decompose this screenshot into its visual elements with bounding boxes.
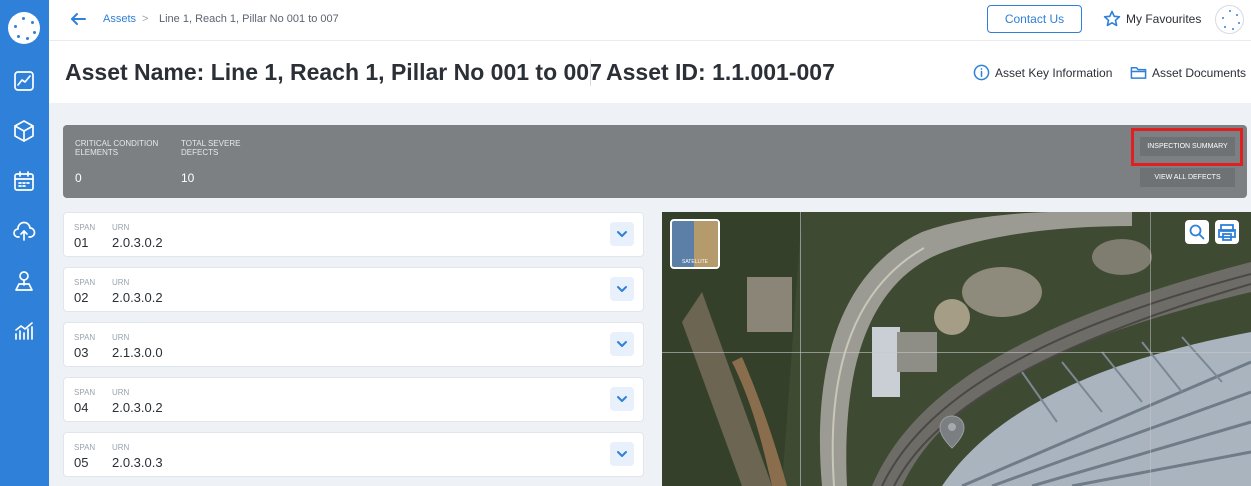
sidebar xyxy=(0,0,49,486)
title-separator xyxy=(590,60,591,86)
asset-key-information-label: Asset Key Information xyxy=(995,65,1113,80)
asset-name-title: Asset Name: Line 1, Reach 1, Pillar No 0… xyxy=(65,59,602,85)
header-divider xyxy=(49,40,1251,41)
highlight-box xyxy=(1131,128,1243,166)
span-label: SPAN xyxy=(74,223,96,232)
app-logo[interactable] xyxy=(8,12,40,44)
map-marker-icon[interactable] xyxy=(939,415,965,449)
critical-condition-label: CRITICAL CONDITION ELEMENTS xyxy=(75,139,159,157)
urn-label: URN xyxy=(112,443,130,452)
asset-documents-label: Asset Documents xyxy=(1152,65,1247,80)
span-row[interactable]: SPAN URN 04 2.0.3.0.2 xyxy=(63,377,644,422)
info-icon xyxy=(973,64,990,81)
chart-icon[interactable] xyxy=(12,319,36,343)
breadcrumb-current: Line 1, Reach 1, Pillar No 001 to 007 xyxy=(159,13,339,25)
urn-label: URN xyxy=(112,333,130,342)
analytics-icon[interactable] xyxy=(12,69,36,93)
avatar[interactable] xyxy=(1215,5,1244,34)
my-favourites-label: My Favourites xyxy=(1126,12,1202,26)
contact-us-button[interactable]: Contact Us xyxy=(987,5,1082,33)
print-icon[interactable] xyxy=(1215,220,1239,244)
view-all-defects-button[interactable]: VIEW ALL DEFECTS xyxy=(1140,168,1235,187)
urn-value: 2.0.3.0.3 xyxy=(112,455,163,470)
span-number: 04 xyxy=(74,400,89,415)
urn-value: 2.0.3.0.2 xyxy=(112,400,163,415)
urn-value: 2.0.3.0.2 xyxy=(112,290,163,305)
span-number: 03 xyxy=(74,345,89,360)
span-label: SPAN xyxy=(74,443,96,452)
span-number: 01 xyxy=(74,235,89,250)
span-row[interactable]: SPAN URN 03 2.1.3.0.0 xyxy=(63,322,644,367)
folder-icon xyxy=(1130,67,1147,79)
my-favourites-button[interactable]: My Favourites xyxy=(1103,10,1201,28)
span-row[interactable]: SPAN URN 05 2.0.3.0.3 xyxy=(63,432,644,477)
header: Assets > Line 1, Reach 1, Pillar No 001 … xyxy=(49,0,1251,103)
chevron-down-icon[interactable] xyxy=(610,222,634,246)
chevron-down-icon[interactable] xyxy=(610,277,634,301)
span-row[interactable]: SPAN URN 01 2.0.3.0.2 xyxy=(63,212,644,257)
urn-label: URN xyxy=(112,223,130,232)
total-severe-defects-label: TOTAL SEVERE DEFECTS xyxy=(181,139,241,157)
breadcrumb-separator: > xyxy=(142,13,149,25)
urn-value: 2.1.3.0.0 xyxy=(112,345,163,360)
total-severe-defects-value: 10 xyxy=(181,171,195,185)
chevron-down-icon[interactable] xyxy=(610,442,634,466)
asset-id-title: Asset ID: 1.1.001-007 xyxy=(606,59,835,85)
urn-value: 2.0.3.0.2 xyxy=(112,235,163,250)
urn-label: URN xyxy=(112,388,130,397)
map-pin-icon[interactable] xyxy=(12,269,36,293)
star-icon xyxy=(1103,10,1121,27)
span-number: 05 xyxy=(74,455,89,470)
satellite-label: SATELLITE xyxy=(681,259,709,265)
search-icon[interactable] xyxy=(1185,220,1209,244)
cloud-upload-icon[interactable] xyxy=(12,219,36,243)
span-number: 02 xyxy=(74,290,89,305)
back-arrow-icon[interactable] xyxy=(69,10,87,28)
span-label: SPAN xyxy=(74,333,96,342)
span-row[interactable]: SPAN URN 02 2.0.3.0.2 xyxy=(63,267,644,312)
urn-label: URN xyxy=(112,278,130,287)
chevron-down-icon[interactable] xyxy=(610,332,634,356)
critical-condition-value: 0 xyxy=(75,171,82,185)
span-label: SPAN xyxy=(74,278,96,287)
chevron-down-icon[interactable] xyxy=(610,387,634,411)
satellite-toggle-button[interactable]: SATELLITE xyxy=(670,219,720,269)
calendar-icon[interactable] xyxy=(12,169,36,193)
cube-icon[interactable] xyxy=(12,119,36,143)
asset-documents-link[interactable]: Asset Documents xyxy=(1130,64,1246,81)
span-label: SPAN xyxy=(74,388,96,397)
asset-key-information-link[interactable]: Asset Key Information xyxy=(973,64,1112,81)
breadcrumb-assets-link[interactable]: Assets xyxy=(103,13,136,25)
satellite-map[interactable]: SATELLITE xyxy=(662,212,1251,486)
summary-bar: CRITICAL CONDITION ELEMENTS 0 TOTAL SEVE… xyxy=(63,125,1247,198)
